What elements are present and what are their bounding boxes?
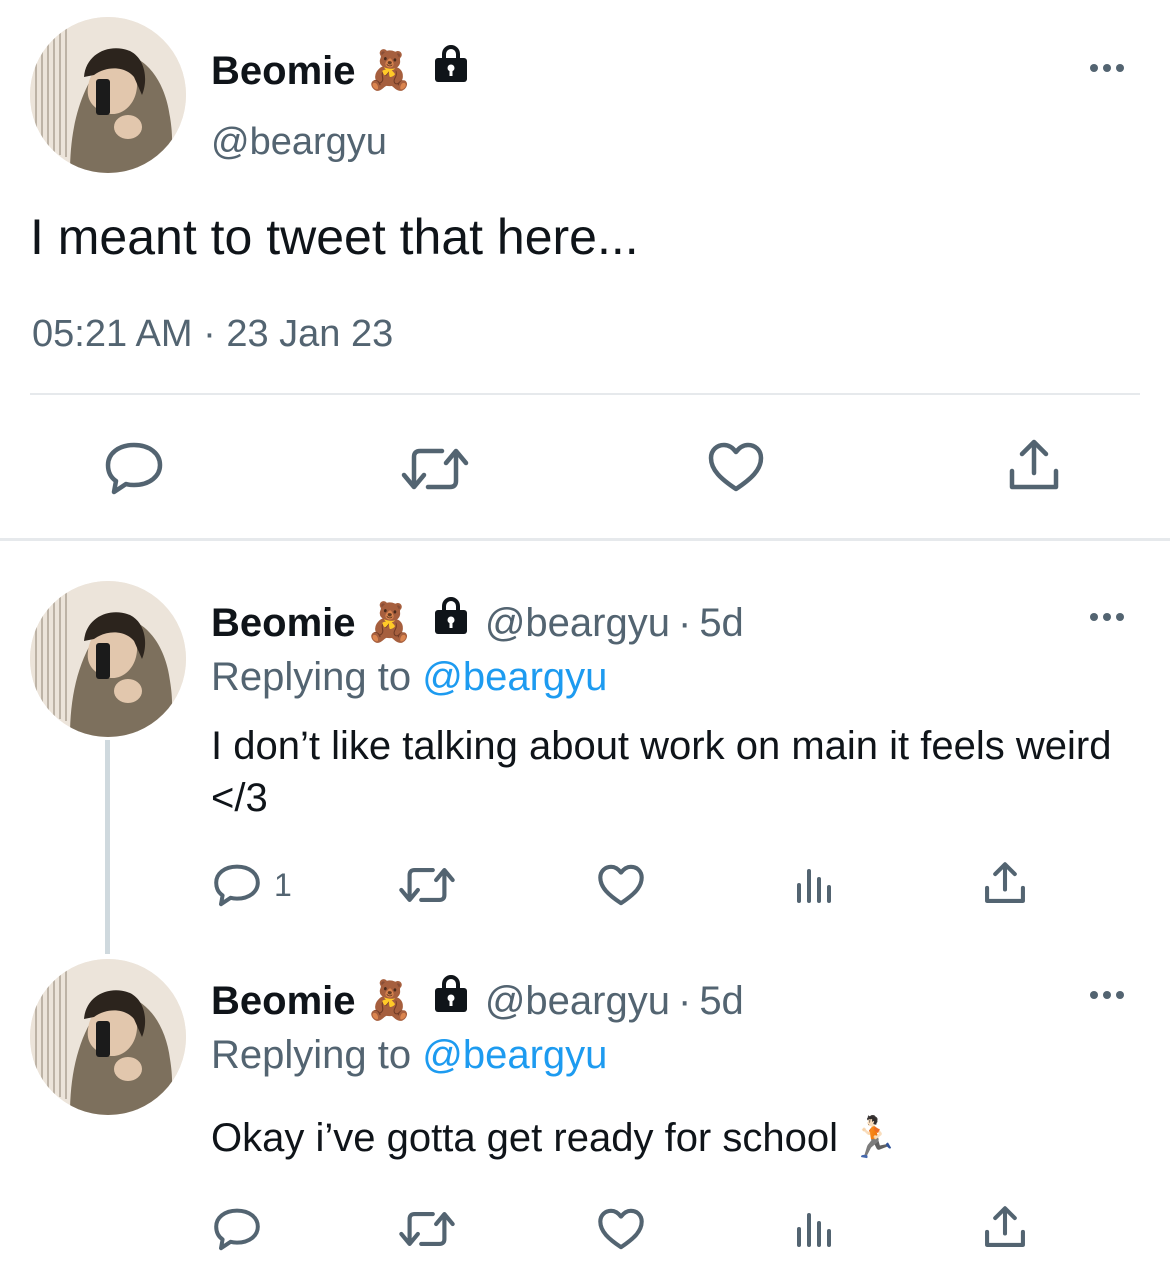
avatar[interactable]: [30, 17, 186, 173]
more-options-icon[interactable]: [1090, 613, 1124, 621]
retweet-icon[interactable]: [398, 864, 456, 906]
avatar[interactable]: [30, 959, 186, 1115]
display-name: Beomie: [211, 48, 356, 93]
tweet-age[interactable]: 5d: [699, 975, 744, 1027]
reply-icon[interactable]: [213, 1206, 261, 1252]
tweet-age[interactable]: 5d: [699, 597, 744, 649]
retweet-icon[interactable]: [398, 1208, 456, 1250]
tweet-text: I meant to tweet that here...: [30, 209, 639, 265]
display-name[interactable]: Beomie: [211, 975, 356, 1027]
bear-emoji: 🧸: [365, 979, 413, 1022]
replying-prefix: Replying to: [211, 655, 412, 699]
analytics-icon[interactable]: [792, 1208, 834, 1250]
like-icon[interactable]: [706, 440, 766, 494]
lock-icon: [431, 974, 471, 1027]
avatar-photo: [30, 581, 186, 737]
reply-icon[interactable]: [103, 440, 165, 496]
divider: [30, 393, 1140, 395]
share-icon[interactable]: [983, 1204, 1027, 1250]
display-name[interactable]: Beomie: [211, 597, 356, 649]
author-handle[interactable]: @beargyu: [485, 975, 670, 1027]
avatar-photo: [30, 959, 186, 1115]
author-name[interactable]: Beomie 🧸: [211, 44, 471, 97]
lock-icon: [431, 44, 471, 97]
share-icon[interactable]: [983, 860, 1027, 906]
reply-icon[interactable]: [213, 862, 261, 908]
reply-count: 1: [274, 867, 292, 903]
bear-emoji: 🧸: [365, 601, 413, 644]
avatar-photo: [30, 17, 186, 173]
separator-dot: ·: [677, 600, 692, 645]
author-handle[interactable]: @beargyu: [485, 597, 670, 649]
replying-mention[interactable]: @beargyu: [422, 655, 607, 699]
reply-text: I don’t like talking about work on main …: [211, 724, 1112, 820]
replying-prefix: Replying to: [211, 1033, 412, 1077]
separator-dot: ·: [677, 978, 692, 1023]
lock-icon: [431, 596, 471, 649]
share-icon[interactable]: [1006, 436, 1062, 494]
reply-header: Beomie 🧸 @beargyu · 5d: [211, 596, 744, 649]
more-options-icon[interactable]: [1090, 64, 1124, 72]
author-handle[interactable]: @beargyu: [211, 118, 387, 166]
replying-to: Replying to @beargyu: [211, 651, 607, 703]
replying-to: Replying to @beargyu: [211, 1029, 607, 1081]
avatar[interactable]: [30, 581, 186, 737]
reply-header: Beomie 🧸 @beargyu · 5d: [211, 974, 744, 1027]
thread-connector: [105, 740, 110, 954]
like-icon[interactable]: [597, 1206, 645, 1252]
tweet-timestamp[interactable]: 05:21 AM · 23 Jan 23: [32, 310, 393, 358]
retweet-icon[interactable]: [400, 444, 470, 494]
bear-emoji: 🧸: [365, 49, 413, 92]
like-icon[interactable]: [597, 862, 645, 908]
analytics-icon[interactable]: [792, 864, 834, 906]
replying-mention[interactable]: @beargyu: [422, 1033, 607, 1077]
reply-text: Okay i’ve gotta get ready for school 🏃🏻: [211, 1116, 899, 1160]
section-divider: [0, 538, 1170, 541]
more-options-icon[interactable]: [1090, 991, 1124, 999]
